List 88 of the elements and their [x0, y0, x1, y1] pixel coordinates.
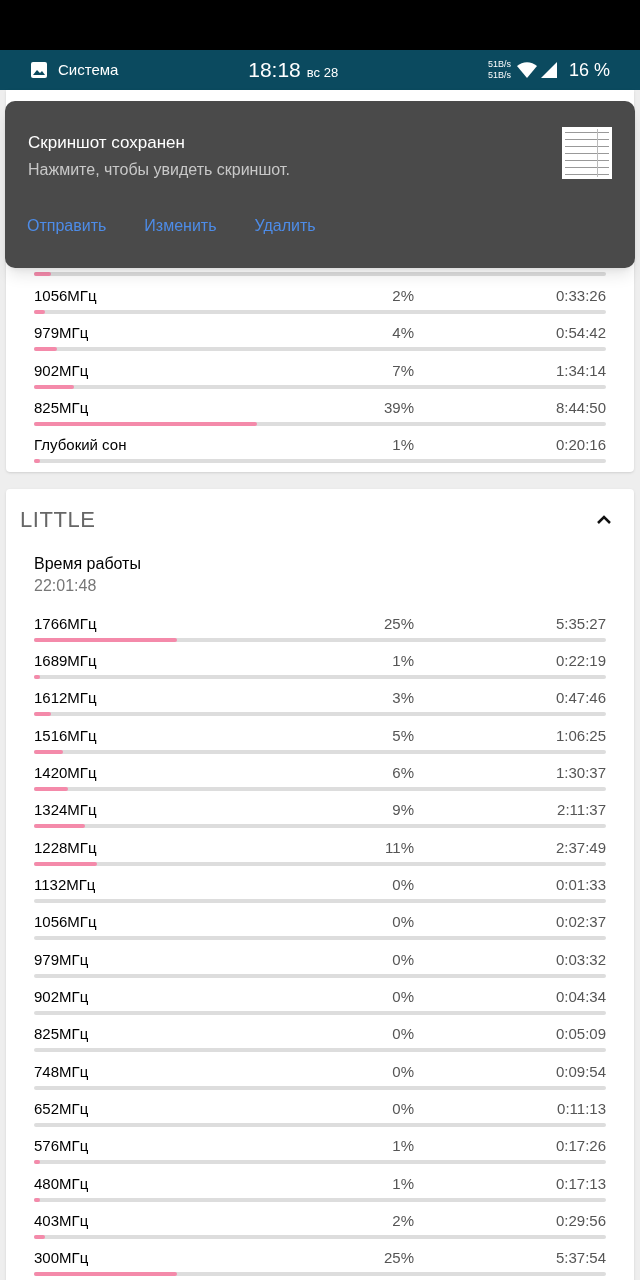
notification-action[interactable]: Отправить	[27, 214, 107, 238]
frequency-label: 1056МГц	[34, 912, 98, 933]
frequency-label: 979МГц	[34, 323, 90, 344]
frequency-label: 825МГц	[34, 1024, 90, 1045]
percent-value: 1%	[391, 435, 414, 456]
time-value: 1:06:25	[554, 725, 606, 746]
frequency-label: 902МГц	[34, 360, 90, 381]
frequency-label: 825МГц	[34, 398, 90, 418]
percent-value: 0%	[391, 949, 414, 970]
frequency-label: 576МГц	[34, 1136, 90, 1157]
percent-value: 25%	[382, 613, 414, 634]
frequency-label: 480МГц	[34, 1173, 90, 1194]
time-value: 2:11:37	[556, 800, 606, 821]
time-value: 0:11:13	[556, 1098, 606, 1119]
time-value: 0:17:26	[554, 1136, 606, 1157]
signal-icon	[540, 62, 557, 78]
date: вс 28	[306, 64, 339, 83]
frequency-label: 1132МГц	[34, 874, 97, 895]
time-value: 0:54:42	[554, 323, 606, 344]
time-value: 0:09:54	[554, 1061, 606, 1082]
notification-text: Нажмите, чтобы увидеть скриншот.	[28, 160, 290, 180]
percent-value: 11%	[384, 837, 414, 858]
notification-card[interactable]: Скриншот сохранен Нажмите, чтобы увидеть скриншот. Отправить Изменить Удалить	[5, 101, 635, 268]
frequency-label: 652МГц	[34, 1098, 90, 1119]
frequency-label: 1689МГц	[34, 650, 98, 671]
frequency-label: 1324МГц	[34, 800, 98, 821]
frequency-label: 1612МГц	[34, 688, 98, 709]
percent-value: 2%	[391, 286, 414, 306]
time-value: 2:37:49	[554, 837, 606, 858]
time-value: 0:29:56	[554, 1210, 606, 1231]
percent-value: 0%	[391, 1098, 414, 1119]
uptime-label: Время работы	[34, 553, 142, 574]
percent-value: 2%	[391, 1210, 414, 1231]
frequency-label: 300МГц	[34, 1248, 90, 1269]
percent-value: 0%	[391, 1061, 414, 1082]
time-value: 0:02:37	[554, 912, 606, 933]
percent-value: 0%	[391, 986, 414, 1007]
frequency-label: Глубокий сон	[34, 435, 128, 456]
notification-action[interactable]: Удалить	[254, 214, 316, 238]
percent-value: 7%	[391, 360, 414, 381]
percent-value: 0%	[391, 912, 414, 933]
time-value: 0:17:13	[554, 1173, 606, 1194]
time-value: 0:47:46	[554, 688, 606, 709]
chevron-up-icon[interactable]	[596, 514, 612, 525]
upload-speed: 51B/s	[487, 59, 511, 70]
percent-value: 6%	[391, 762, 414, 783]
frequency-label: 1766МГц	[34, 613, 98, 634]
download-speed: 51B/s	[487, 70, 511, 81]
time-value: 5:37:54	[554, 1248, 606, 1269]
notification-title: Скриншот сохранен	[28, 132, 186, 154]
time-value: 0:01:33	[554, 874, 606, 895]
frequency-label: 979МГц	[34, 949, 90, 970]
percent-value: 1%	[391, 1136, 414, 1157]
section-title: LITTLE	[20, 505, 97, 534]
frequency-label: 1228МГц	[34, 837, 98, 858]
percent-value: 1%	[391, 1173, 414, 1194]
percent-value: 25%	[382, 1248, 414, 1269]
battery-level: 16 %	[568, 58, 610, 82]
image-icon	[30, 61, 48, 79]
frequency-label: 902МГц	[34, 986, 90, 1007]
time-value: 1:34:14	[554, 360, 606, 381]
percent-value: 3%	[391, 688, 414, 709]
frequency-label: 1420МГц	[34, 762, 98, 783]
app-name: Система	[58, 59, 119, 80]
time-value: 0:22:19	[554, 650, 606, 671]
percent-value: 0%	[391, 874, 414, 895]
frequency-label: 403МГц	[34, 1210, 90, 1231]
percent-value: 5%	[391, 725, 414, 746]
time-value: 0:33:26	[554, 286, 606, 306]
wifi-icon	[516, 62, 537, 78]
time-value: 5:35:27	[554, 613, 606, 634]
time-value: 1:30:37	[554, 762, 606, 783]
percent-value: 0%	[391, 1024, 414, 1045]
time-value: 8:44:50	[554, 398, 606, 418]
uptime-value: 22:01:48	[34, 575, 98, 596]
clock: 18:18	[248, 57, 301, 84]
percent-value: 9%	[391, 800, 414, 821]
frequency-label: 748МГц	[34, 1061, 90, 1082]
frequency-label: 1516МГц	[34, 725, 98, 746]
time-value: 0:03:32	[554, 949, 606, 970]
frequency-label: 1056МГц	[34, 286, 98, 306]
percent-value: 1%	[391, 650, 414, 671]
notification-action[interactable]: Изменить	[144, 214, 217, 238]
percent-value: 39%	[382, 398, 414, 418]
percent-value: 4%	[391, 323, 414, 344]
time-value: 0:04:34	[554, 986, 606, 1007]
time-value: 0:05:09	[554, 1024, 606, 1045]
time-value: 0:20:16	[554, 435, 606, 456]
